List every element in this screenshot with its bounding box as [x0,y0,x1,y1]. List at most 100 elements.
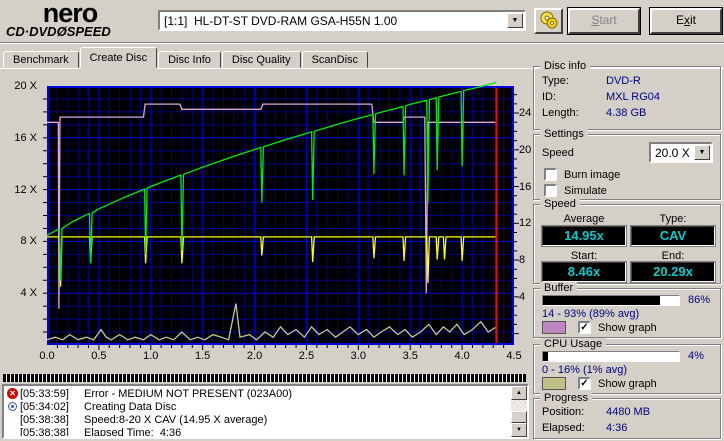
speed-type-value: CAV [631,226,715,246]
logo-cd-dvd: CD·DVD [6,24,57,39]
simulate-checkbox[interactable] [544,184,557,197]
scrollbar-thumb[interactable] [511,411,527,423]
cpu-usage-title: CPU Usage [540,338,607,350]
cpu-range-value: 0 - 16% (1% avg) [542,364,627,376]
chart-log-divider [3,374,526,382]
log-entries: [05:33:59] Error - MEDIUM NOT PRESENT (0… [5,387,510,436]
axis-tick-label: 2.0 [246,350,263,362]
average-speed-value: 14.95x [542,226,626,246]
tab-create-disc[interactable]: Create Disc [79,47,158,68]
axis-tick-label: 12 X [14,183,37,196]
start-button[interactable]: Start [568,8,640,34]
cpu-usage-group: CPU Usage 4% 0 - 16% (1% avg) ✓ Show gra… [533,338,721,394]
buffer-level-bar [542,295,680,306]
log-timestamp: [05:33:59] [20,387,69,400]
speed-title: Speed [540,198,580,210]
start-speed-value: 8.46x [542,262,626,282]
chart-plot-area [43,81,519,350]
disc-info-group: Disc info Type: DVD-R ID: MXL RG04 Lengt… [533,60,721,130]
tab-scandisc[interactable]: ScanDisc [301,51,369,68]
buffer-level-fill [543,296,660,305]
cpu-color-swatch [542,377,566,390]
end-speed-label: End: [661,250,685,262]
app-window: nero CD·DVDØSPEED [1:1] HL-DT-ST DVD-RAM… [0,0,724,441]
disc-id-value: MXL RG04 [606,91,661,103]
burn-image-label: Burn image [564,169,621,181]
log-entry: [05:33:59] Error - MEDIUM NOT PRESENT (0… [5,387,510,400]
average-speed-label: Average [563,213,605,225]
log-message: Error - MEDIUM NOT PRESENT (023A00) [84,387,293,400]
eject-disc-icon [540,11,557,29]
log-box: [05:33:59] Error - MEDIUM NOT PRESENT (0… [2,384,529,439]
log-error-icon [7,388,20,399]
log-no-icon [7,414,20,425]
axis-tick-label: 3.0 [350,350,366,362]
buffer-title: Buffer [540,282,578,294]
log-entry: [05:34:02] Creating Data Disc [5,400,510,413]
cpu-usage-fill [543,352,549,361]
end-speed-value: 20.29x [631,262,715,282]
axis-tick-label: 20 X [14,80,37,92]
eject-disc-button[interactable] [534,8,563,34]
buffer-show-graph-checkbox[interactable]: ✓ [578,321,591,334]
log-entry: [05:38:38] Speed:8-20 X CAV (14.95 X ave… [5,413,510,426]
tab-disc-info[interactable]: Disc Info [158,51,221,68]
tab-benchmark[interactable]: Benchmark [3,51,79,68]
settings-title: Settings [540,128,588,140]
speed-select-label: Speed [542,147,574,159]
buffer-percent-value: 86% [688,294,711,306]
scroll-down-icon[interactable]: ▼ [511,423,527,437]
buffer-show-graph-label: Show graph [598,322,657,334]
log-message: Creating Data Disc [84,400,177,413]
log-timestamp: [05:34:02] [20,400,69,413]
log-disc-icon [7,401,20,412]
progress-group: Progress Position: 4480 MB Elapsed: 4:36 [533,392,721,439]
logo-cdspeed-text: CD·DVDØSPEED [6,25,146,39]
log-timestamp: [05:38:38] [20,413,69,426]
scroll-up-icon[interactable]: ▲ [511,386,527,400]
log-entry: [05:38:38] Elapsed Time: 4:36 [5,426,510,437]
axis-tick-label: 4 X [20,287,37,300]
speed-select-combobox[interactable]: 20.0 X ▼ [649,142,713,163]
disc-length-value: 4.38 GB [606,107,647,119]
disc-info-title: Disc info [540,60,591,72]
log-message: Speed:8-20 X CAV (14.95 X average) [84,413,268,426]
cpu-usage-bar [542,351,680,362]
position-label: Position: [542,406,585,418]
log-scrollbar[interactable]: ▲ ▼ [511,386,527,437]
log-message: Elapsed Time: 4:36 [84,426,182,437]
cpu-percent-value: 4% [688,350,704,362]
axis-tick-label: 0.5 [91,350,107,362]
logo-nero-text: nero [42,0,99,28]
progress-title: Progress [540,392,593,404]
tab-disc-quality[interactable]: Disc Quality [221,51,301,68]
start-speed-label: Start: [570,250,598,262]
axis-tick-label: 3.5 [402,350,418,362]
drive-select-combobox[interactable]: [1:1] HL-DT-ST DVD-RAM GSA-H55N 1.00 ▼ [158,10,526,31]
write-speed-chart: 20 X 16 X 12 X8 X4 X 24 20 16 12 8 4 0.0 0.5 1.0 1.5… [2,69,531,372]
cpu-show-graph-label: Show graph [598,378,657,390]
header-separator [0,42,724,44]
simulate-label: Simulate [564,185,607,197]
log-timestamp: [05:38:38] [20,426,69,437]
tab-bar: Benchmark Create Disc Disc Info Disc Qua… [3,47,369,68]
speed-select-dropdown-arrow-icon[interactable]: ▼ [694,145,710,160]
disc-type-value: DVD-R [606,75,641,87]
settings-group: Settings Speed 20.0 X ▼ Burn image Simul… [533,128,721,200]
exit-button[interactable]: Exit [650,8,722,34]
axis-tick-label: 1.5 [195,350,211,362]
elapsed-value: 4:36 [606,422,628,434]
axis-tick-label: 4.0 [454,350,470,362]
log-no-icon [7,427,20,436]
drive-select-value: [1:1] HL-DT-ST DVD-RAM GSA-H55N 1.00 [164,14,398,28]
axis-tick-label: 2.5 [298,350,315,362]
position-value: 4480 MB [606,406,651,418]
disc-length-label: Length: [542,107,579,119]
drive-select-dropdown-arrow-icon[interactable]: ▼ [507,13,523,28]
disc-glyph-icon: Ø [56,24,67,39]
burn-image-checkbox[interactable] [544,168,557,181]
cpu-show-graph-checkbox[interactable]: ✓ [578,377,591,390]
axis-tick-label: 4.5 [506,350,522,362]
buffer-color-swatch [542,321,566,334]
axis-tick-label: 1.0 [143,350,159,362]
